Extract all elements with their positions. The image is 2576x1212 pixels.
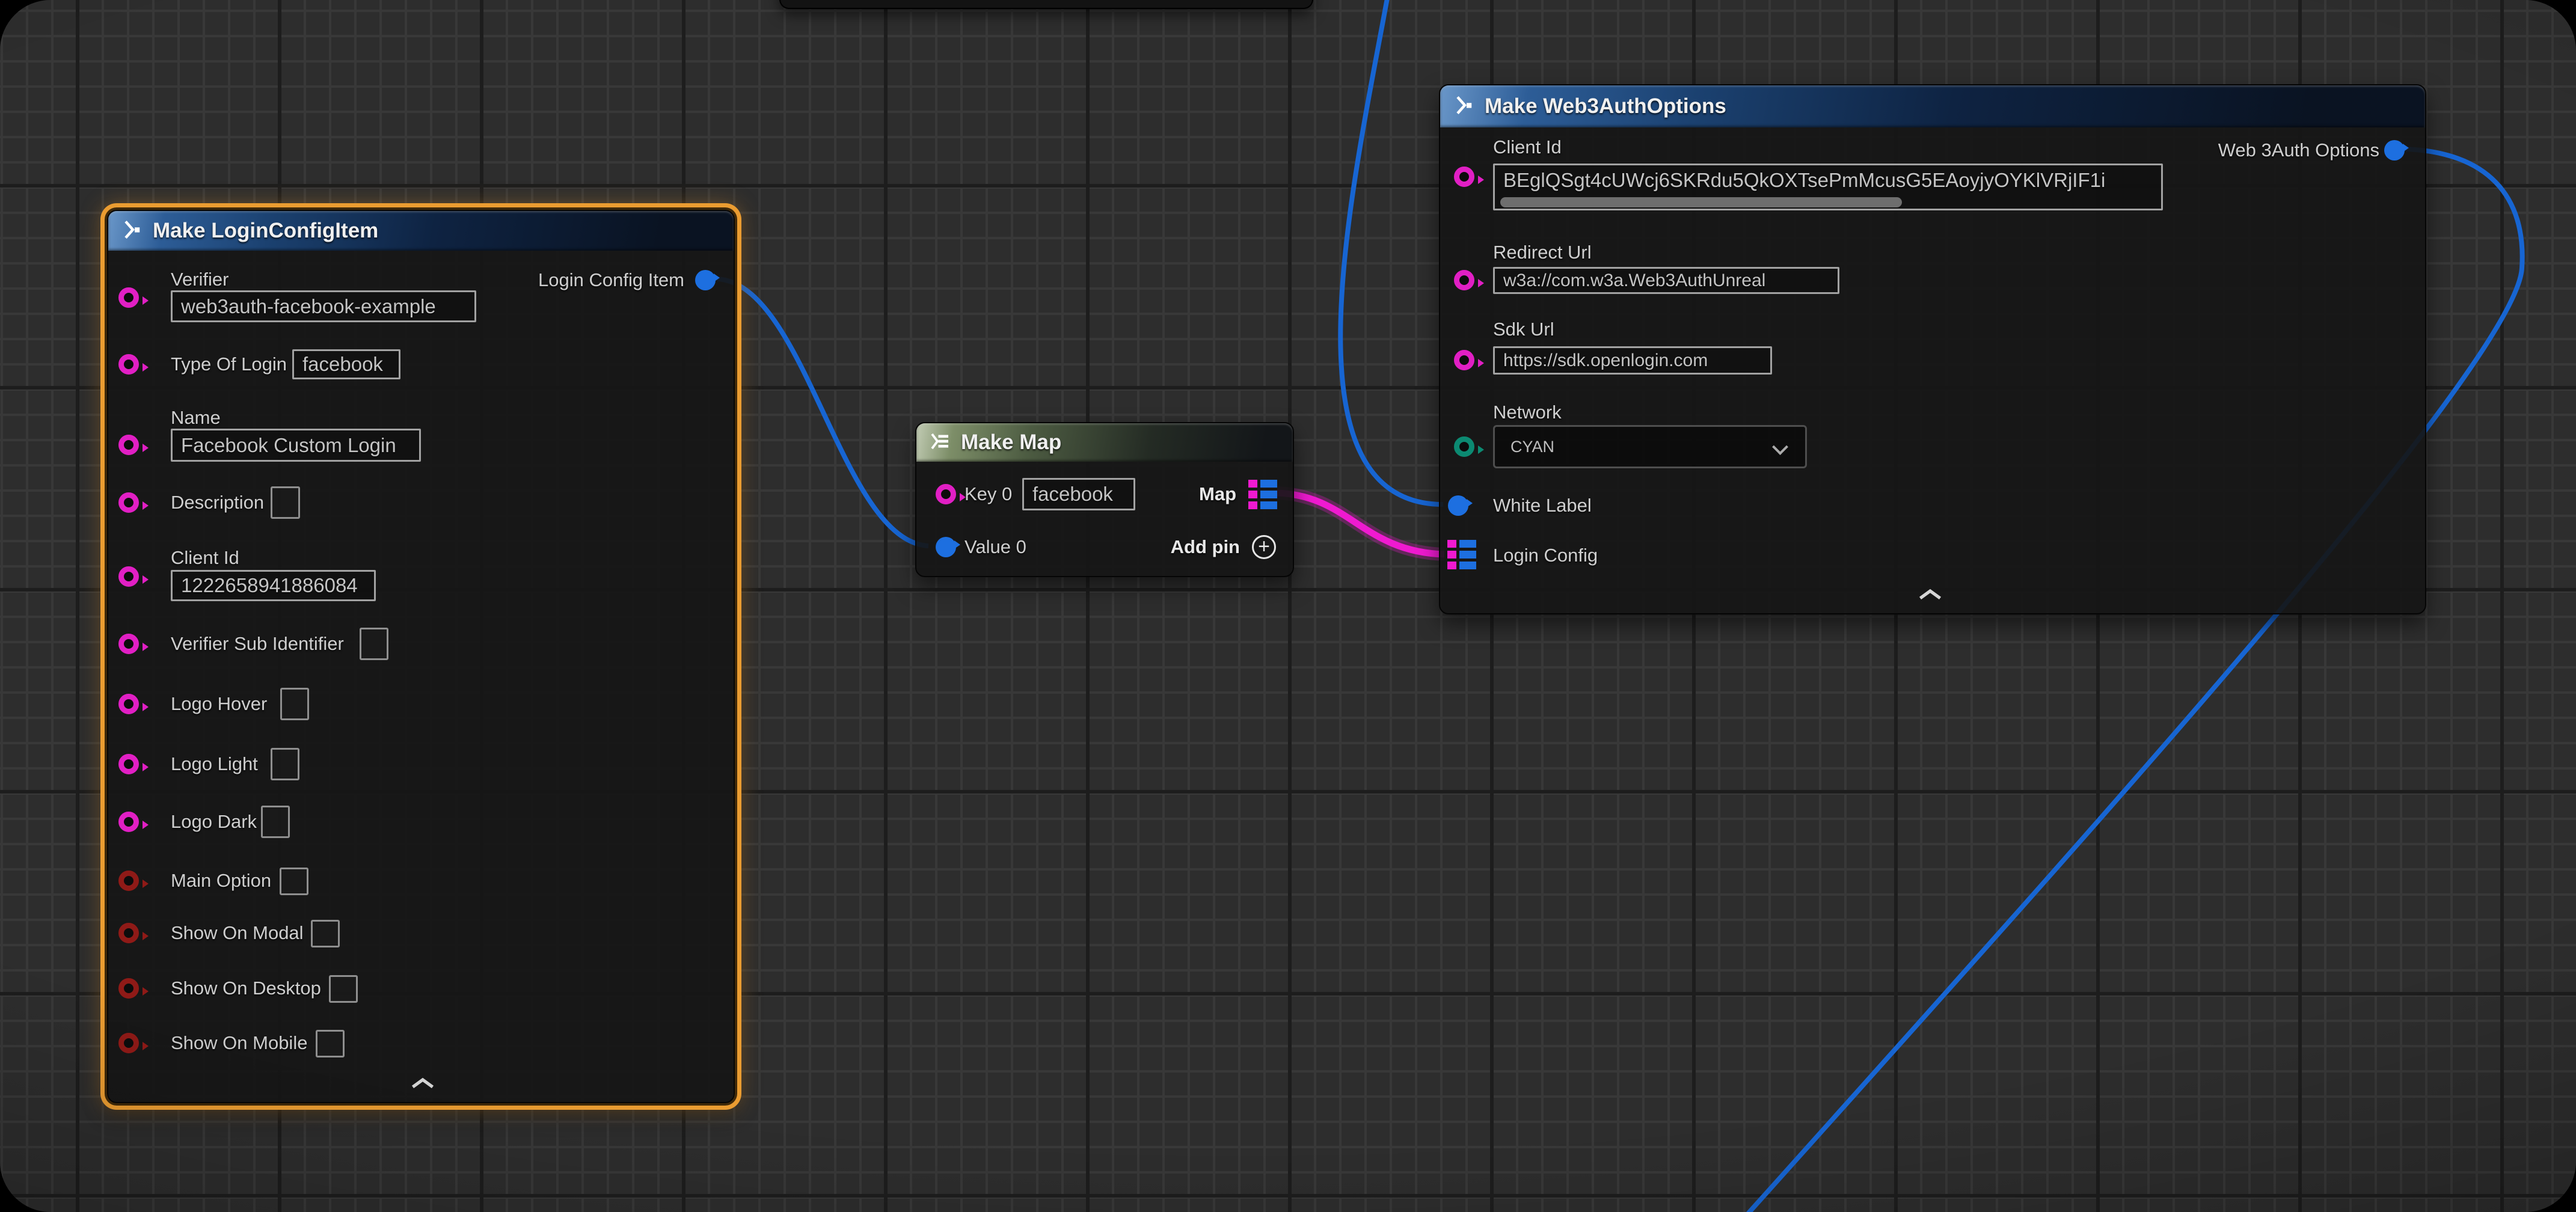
node-header[interactable]: Make Web3AuthOptions (1440, 85, 2425, 127)
web3auth-options-output-label: Web 3Auth Options (2218, 139, 2379, 161)
login-config-pin[interactable] (1447, 540, 1476, 569)
client-id-pin[interactable] (1454, 167, 1474, 187)
verifier-label: Verifier (171, 269, 228, 290)
verifier-sub-identifier-pin[interactable] (118, 634, 139, 654)
add-pin-label: Add pin (1171, 536, 1240, 558)
verifier-pin[interactable] (118, 287, 139, 308)
verifier-sub-identifier-input[interactable] (360, 628, 388, 660)
network-label: Network (1493, 402, 1562, 423)
sdk-url-pin[interactable] (1454, 350, 1474, 370)
node-make-web3authoptions[interactable]: Make Web3AuthOptions Web 3Auth Options C… (1439, 84, 2426, 614)
client-id-input[interactable]: 1222658941886084 (171, 570, 376, 601)
map-output-label: Map (1199, 483, 1236, 505)
value-0-label: Value 0 (964, 536, 1026, 558)
main-option-pin[interactable] (118, 871, 139, 891)
client-id-label: Client Id (171, 547, 239, 569)
name-label: Name (171, 407, 221, 429)
collapse-chevron-icon[interactable] (410, 1077, 435, 1093)
web3auth-options-output-pin[interactable] (2384, 140, 2405, 161)
logo-dark-label: Logo Dark (171, 811, 257, 833)
network-dropdown[interactable]: CYAN (1493, 425, 1807, 468)
chevron-down-icon (1772, 439, 1788, 455)
show-on-modal-checkbox[interactable] (311, 920, 340, 947)
show-on-desktop-pin[interactable] (118, 978, 139, 999)
key-0-pin[interactable] (936, 484, 956, 504)
node-offscreen-top[interactable] (779, 0, 1313, 9)
logo-light-input[interactable] (271, 748, 299, 780)
login-config-label: Login Config (1493, 545, 1598, 566)
logo-dark-input[interactable] (261, 806, 290, 838)
show-on-mobile-label: Show On Mobile (171, 1032, 307, 1054)
white-label-label: White Label (1493, 495, 1592, 516)
show-on-desktop-checkbox[interactable] (329, 975, 358, 1003)
make-map-icon (928, 430, 950, 455)
node-make-loginconfigitem[interactable]: Make LoginConfigItem Login Config Item V… (107, 210, 735, 1103)
redirect-url-label: Redirect Url (1493, 242, 1592, 263)
show-on-mobile-checkbox[interactable] (316, 1030, 345, 1057)
logo-dark-pin[interactable] (118, 812, 139, 832)
blueprint-canvas[interactable]: Make LoginConfigItem Login Config Item V… (0, 0, 2576, 1212)
sdk-url-input[interactable]: https://sdk.openlogin.com (1493, 346, 1772, 375)
verifier-input[interactable]: web3auth-facebook-example (171, 290, 476, 322)
type-of-login-label: Type Of Login (171, 354, 287, 375)
node-header[interactable]: Make LoginConfigItem (108, 211, 734, 251)
output-pin-label: Login Config Item (538, 269, 684, 291)
show-on-desktop-label: Show On Desktop (171, 978, 321, 999)
logo-hover-label: Logo Hover (171, 693, 267, 715)
logo-hover-input[interactable] (280, 688, 309, 720)
logo-light-pin[interactable] (118, 754, 139, 774)
node-title: Make Web3AuthOptions (1485, 94, 1726, 118)
show-on-mobile-pin[interactable] (118, 1033, 139, 1053)
client-id-pin[interactable] (118, 566, 139, 587)
sdk-url-label: Sdk Url (1493, 319, 1554, 340)
main-option-label: Main Option (171, 870, 271, 892)
node-header[interactable]: Make Map (916, 423, 1293, 462)
make-struct-icon (1452, 94, 1474, 119)
key-0-input[interactable]: facebook (1022, 478, 1135, 510)
redirect-url-pin[interactable] (1454, 270, 1474, 290)
node-make-map[interactable]: Make Map Key 0 facebook Map Value 0 Add … (915, 422, 1294, 577)
type-of-login-input[interactable]: facebook (292, 349, 400, 379)
logo-hover-pin[interactable] (118, 694, 139, 714)
map-output-pin[interactable] (1248, 480, 1277, 509)
type-of-login-pin[interactable] (118, 354, 139, 375)
value-0-pin[interactable] (936, 537, 956, 557)
show-on-modal-label: Show On Modal (171, 922, 304, 944)
client-id-label: Client Id (1493, 136, 1562, 158)
network-selected-value: CYAN (1510, 438, 1554, 456)
description-pin[interactable] (118, 492, 139, 513)
add-pin-button[interactable] (1252, 535, 1276, 559)
network-pin[interactable] (1454, 436, 1474, 457)
node-title: Make LoginConfigItem (153, 219, 378, 243)
description-label: Description (171, 492, 264, 513)
name-pin[interactable] (118, 435, 139, 455)
logo-light-label: Logo Light (171, 753, 258, 775)
verifier-sub-identifier-label: Verifier Sub Identifier (171, 633, 344, 655)
show-on-modal-pin[interactable] (118, 923, 139, 943)
description-input[interactable] (271, 486, 300, 519)
client-id-scrollbar[interactable] (1500, 197, 1902, 207)
make-struct-icon (120, 219, 142, 243)
white-label-pin[interactable] (1448, 495, 1468, 516)
login-config-item-output-pin[interactable] (695, 270, 716, 290)
main-option-checkbox[interactable] (280, 868, 308, 895)
node-title: Make Map (961, 430, 1061, 454)
key-0-label: Key 0 (964, 483, 1012, 505)
redirect-url-input[interactable]: w3a://com.w3a.Web3AuthUnreal (1493, 267, 1839, 294)
collapse-chevron-icon[interactable] (1918, 588, 1943, 604)
name-input[interactable]: Facebook Custom Login (171, 429, 421, 462)
